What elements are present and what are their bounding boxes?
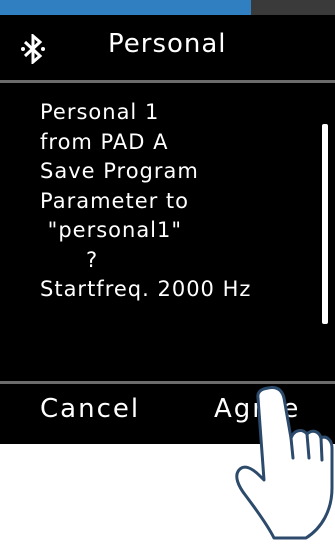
bluetooth-icon[interactable] <box>20 32 46 66</box>
footer-divider <box>0 381 335 384</box>
message-line: from PAD A <box>40 129 169 154</box>
confirmation-message: Personal 1 from PAD A Save Program Param… <box>40 98 310 305</box>
cancel-button[interactable]: Cancel <box>40 394 140 424</box>
message-line: Personal 1 <box>40 100 160 124</box>
header-bar: Personal <box>0 15 335 83</box>
device-screen: Personal Personal 1 from PAD A Save Prog… <box>0 0 335 444</box>
message-line: Parameter to <box>40 188 190 213</box>
message-line: ? <box>40 247 99 272</box>
progress-bar-fill <box>0 0 252 15</box>
page-title: Personal <box>108 29 227 59</box>
tapping-hand-icon <box>228 386 335 541</box>
message-line: Startfreq. 2000 Hz <box>40 277 252 301</box>
scrollbar[interactable] <box>322 124 328 324</box>
message-line: Save Program <box>40 159 199 183</box>
message-line: "personal1" <box>40 218 183 242</box>
progress-bar <box>0 0 335 15</box>
